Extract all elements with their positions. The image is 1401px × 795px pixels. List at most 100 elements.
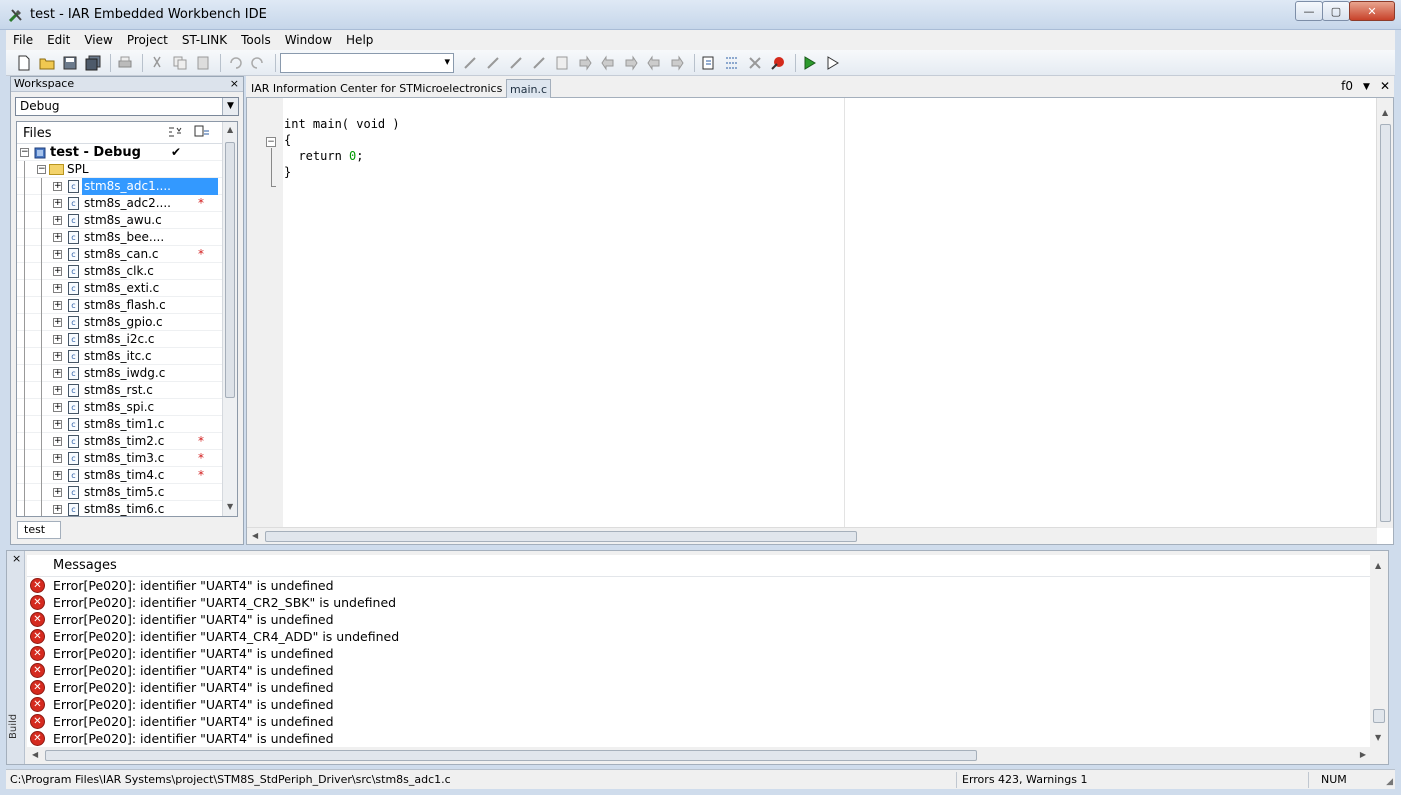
editor-horizontal-scrollbar[interactable]: ◀	[247, 527, 1377, 544]
chevron-down-icon[interactable]: ▼	[222, 98, 238, 115]
tree-row-project[interactable]: − test - Debug ✔	[17, 144, 237, 161]
redo-button[interactable]	[248, 53, 268, 73]
new-file-button[interactable]	[14, 53, 34, 73]
find-combo[interactable]	[280, 52, 454, 73]
save-button[interactable]	[60, 53, 80, 73]
editor-vscroll-thumb[interactable]	[1380, 124, 1391, 522]
message-row[interactable]: ✕ Error[Pe020]: identifier "UART4_CR2_SBK…	[27, 594, 1370, 611]
expand-toggle[interactable]: +	[53, 335, 62, 344]
tree-row-file[interactable]: + c stm8s_tim2.c *	[17, 433, 237, 450]
messages-horizontal-scrollbar[interactable]: ◀ ▶	[27, 747, 1370, 764]
expand-toggle[interactable]: +	[53, 250, 62, 259]
make-button[interactable]	[722, 53, 742, 73]
cut-button[interactable]	[147, 53, 167, 73]
expand-toggle[interactable]: +	[53, 403, 62, 412]
minimize-button[interactable]: —	[1295, 1, 1323, 21]
fold-toggle[interactable]: −	[266, 137, 276, 147]
prev-bookmark-button[interactable]	[506, 53, 526, 73]
collapse-toggle[interactable]: −	[20, 148, 29, 157]
message-row[interactable]: ✕ Error[Pe020]: identifier "UART4" is und…	[27, 679, 1370, 696]
expand-toggle[interactable]: +	[53, 233, 62, 242]
tree-row-file[interactable]: + c stm8s_tim4.c *	[17, 467, 237, 484]
menu-file[interactable]: File	[6, 33, 40, 47]
code-editor[interactable]: − int main( void ) { return 0; } ▲ ◀	[246, 98, 1394, 545]
scroll-down-icon[interactable]: ▼	[227, 502, 233, 511]
collapse-toggle[interactable]: −	[37, 165, 46, 174]
scroll-left-icon[interactable]: ◀	[32, 750, 38, 759]
tree-row-file[interactable]: + c stm8s_exti.c	[17, 280, 237, 297]
menu-window[interactable]: Window	[278, 33, 339, 47]
close-editor-icon[interactable]: ✕	[1380, 79, 1390, 95]
undo-button[interactable]	[225, 53, 245, 73]
messages-header[interactable]: Messages	[27, 555, 1370, 577]
editor-vertical-scrollbar[interactable]: ▲	[1376, 98, 1393, 528]
build-options-icon[interactable]	[194, 125, 210, 139]
expand-toggle[interactable]: +	[53, 488, 62, 497]
tree-row-file[interactable]: + c stm8s_itc.c	[17, 348, 237, 365]
tree-row-file[interactable]: + c stm8s_tim6.c	[17, 501, 237, 516]
expand-toggle[interactable]: +	[53, 182, 62, 191]
messages-hscroll-thumb[interactable]	[45, 750, 977, 761]
tree-row-file[interactable]: + c stm8s_gpio.c	[17, 314, 237, 331]
nav-next-button[interactable]	[621, 53, 641, 73]
toggle-breakpoint-button[interactable]	[768, 53, 788, 73]
tree-row-file[interactable]: + c stm8s_tim3.c *	[17, 450, 237, 467]
scroll-down-icon[interactable]: ▼	[1375, 733, 1381, 742]
configuration-select[interactable]: Debug ▼	[15, 97, 239, 116]
message-row[interactable]: ✕ Error[Pe020]: identifier "UART4" is und…	[27, 611, 1370, 628]
expand-toggle[interactable]: +	[53, 369, 62, 378]
print-button[interactable]	[115, 53, 135, 73]
close-button[interactable]: ✕	[1349, 1, 1395, 21]
tree-row-file[interactable]: + c stm8s_tim5.c	[17, 484, 237, 501]
tree-row-file[interactable]: + c stm8s_rst.c	[17, 382, 237, 399]
tree-row-file[interactable]: + c stm8s_bee....	[17, 229, 237, 246]
expand-toggle[interactable]: +	[53, 284, 62, 293]
message-row[interactable]: ✕ Error[Pe020]: identifier "UART4" is und…	[27, 713, 1370, 730]
messages-vertical-scrollbar[interactable]: ▲ ▼	[1370, 555, 1388, 747]
tree-row-file[interactable]: + c stm8s_adc2.... *	[17, 195, 237, 212]
menu-help[interactable]: Help	[339, 33, 380, 47]
tree-row-file[interactable]: + c stm8s_can.c *	[17, 246, 237, 263]
tree-row-folder-spl[interactable]: − SPL	[17, 161, 237, 178]
menu-view[interactable]: View	[77, 33, 119, 47]
scroll-up-icon[interactable]: ▲	[227, 125, 233, 134]
find-in-files-button[interactable]	[529, 53, 549, 73]
nav-forward-button[interactable]	[575, 53, 595, 73]
message-row[interactable]: ✕ Error[Pe020]: identifier "UART4" is und…	[27, 662, 1370, 679]
expand-toggle[interactable]: +	[53, 301, 62, 310]
expand-toggle[interactable]: +	[53, 318, 62, 327]
debug-no-download-button[interactable]	[823, 53, 843, 73]
save-all-button[interactable]	[83, 53, 103, 73]
expand-toggle[interactable]: +	[53, 352, 62, 361]
close-icon[interactable]: ×	[12, 552, 21, 565]
workspace-tab-test[interactable]: test	[17, 521, 61, 539]
tree-row-file[interactable]: + c stm8s_spi.c	[17, 399, 237, 416]
editor-hscroll-thumb[interactable]	[265, 531, 857, 542]
tree-row-file[interactable]: + c stm8s_i2c.c	[17, 331, 237, 348]
chevron-down-icon[interactable]: ▼	[1363, 79, 1370, 95]
menu-st-link[interactable]: ST-LINK	[175, 33, 234, 47]
files-column-header[interactable]: Files	[23, 126, 52, 141]
tree-scroll-thumb[interactable]	[225, 142, 235, 398]
expand-toggle[interactable]: +	[53, 420, 62, 429]
tree-row-file[interactable]: + c stm8s_flash.c	[17, 297, 237, 314]
expand-toggle[interactable]: +	[53, 386, 62, 395]
nav-last-button[interactable]	[667, 53, 687, 73]
tab-info-center[interactable]: IAR Information Center for STMicroelectr…	[248, 79, 539, 98]
copy-button[interactable]	[170, 53, 190, 73]
sort-options-icon[interactable]	[167, 125, 183, 139]
open-button[interactable]	[37, 53, 57, 73]
scroll-right-icon[interactable]: ▶	[1360, 750, 1366, 759]
expand-toggle[interactable]: +	[53, 216, 62, 225]
maximize-button[interactable]: ▢	[1322, 1, 1350, 21]
messages-list[interactable]: Messages ✕ Error[Pe020]: identifier "UART…	[27, 555, 1370, 747]
go-to-button[interactable]	[552, 53, 572, 73]
menu-edit[interactable]: Edit	[40, 33, 77, 47]
tree-row-file[interactable]: + c stm8s_adc1....	[17, 178, 237, 195]
paste-button[interactable]	[193, 53, 213, 73]
message-row[interactable]: ✕ Error[Pe020]: identifier "UART4" is und…	[27, 577, 1370, 594]
message-row[interactable]: ✕ Error[Pe020]: identifier "UART4" is und…	[27, 645, 1370, 662]
tree-row-file[interactable]: + c stm8s_iwdg.c	[17, 365, 237, 382]
expand-toggle[interactable]: +	[53, 454, 62, 463]
expand-toggle[interactable]: +	[53, 471, 62, 480]
